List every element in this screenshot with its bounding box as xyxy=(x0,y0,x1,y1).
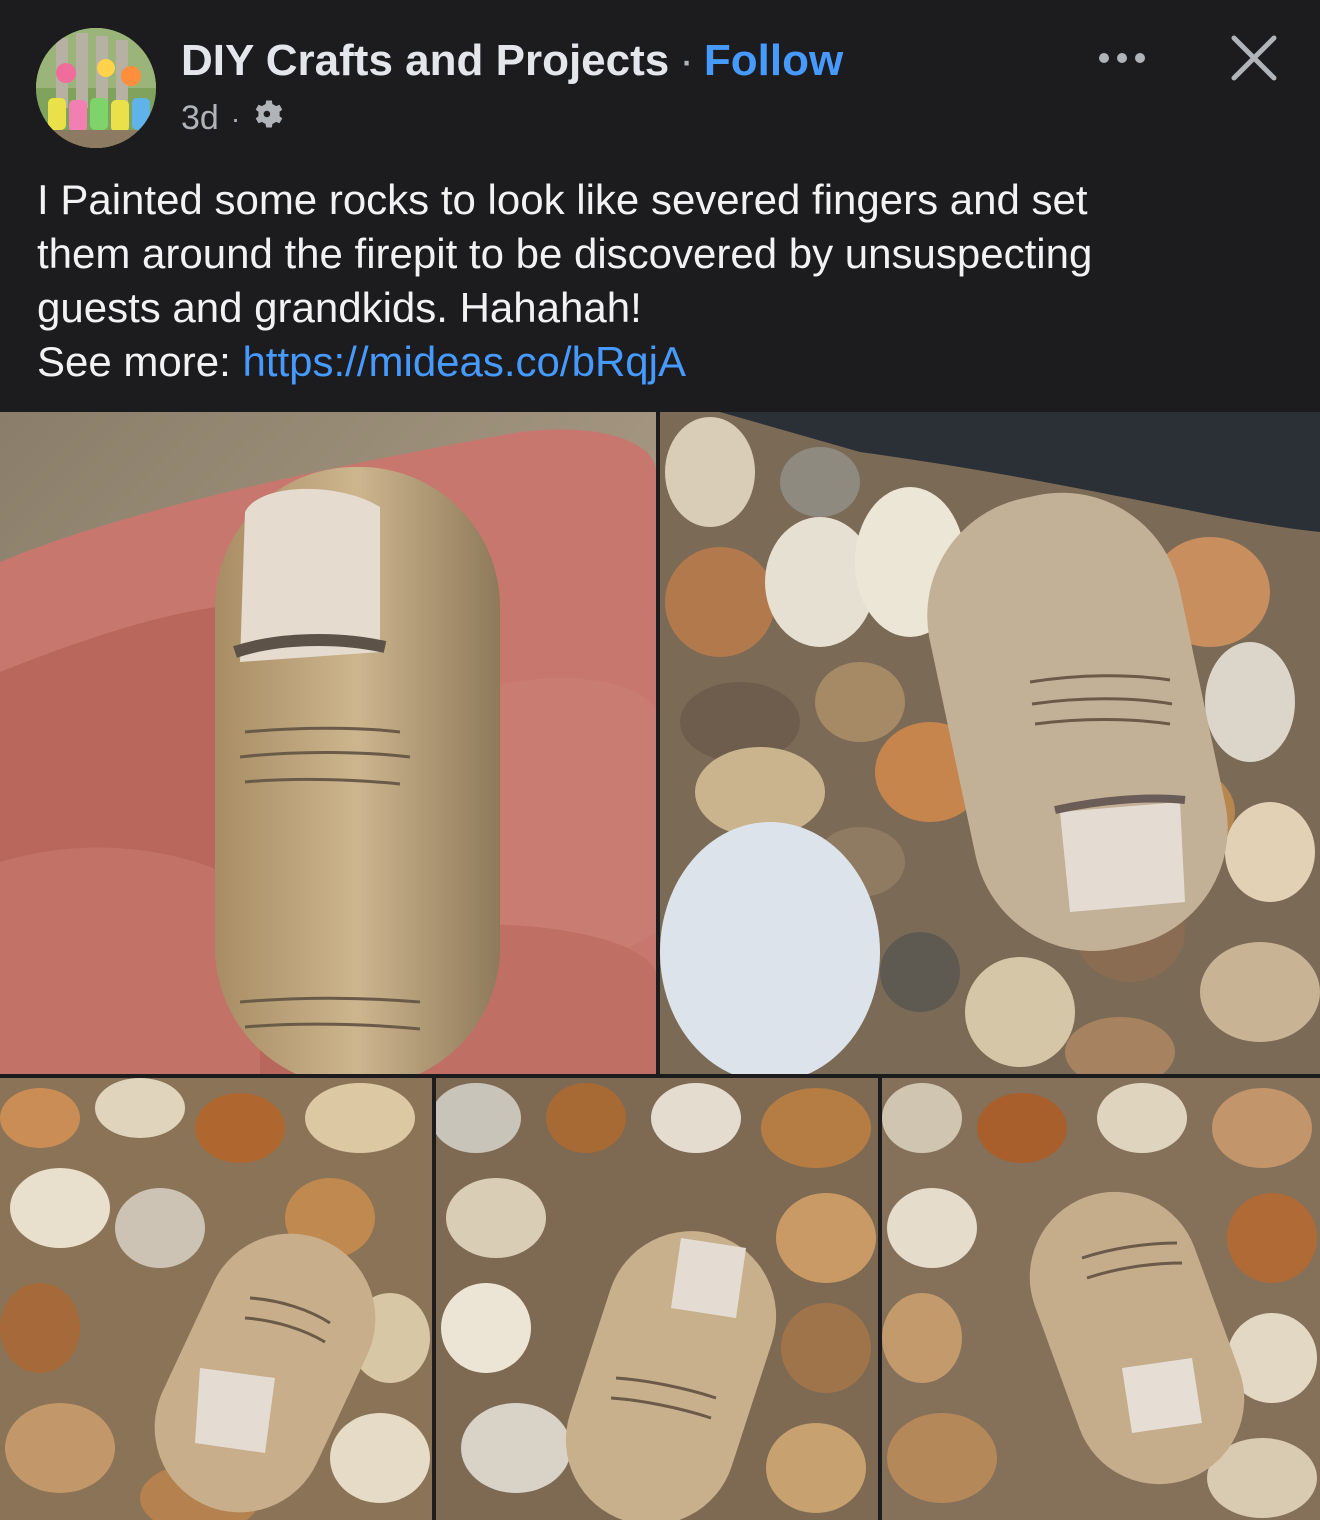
see-more-label: See more: xyxy=(37,338,243,385)
follow-button[interactable]: Follow xyxy=(704,36,843,85)
meta-dot: · xyxy=(230,102,241,134)
caption-line: guests and grandkids. Hahahah! xyxy=(37,284,642,331)
author-name[interactable]: DIY Crafts and Projects xyxy=(181,36,669,85)
post-header: DIY Crafts and Projects · Follow 3d · I Pa… xyxy=(0,0,1320,412)
photo-finger-rock-in-hand[interactable] xyxy=(0,412,656,1074)
close-icon[interactable] xyxy=(1226,30,1282,86)
separator-dot: · xyxy=(679,36,694,85)
post-meta: 3d · xyxy=(181,97,286,140)
post-caption: I Painted some rocks to look like severe… xyxy=(37,173,1287,389)
caption-line: them around the firepit to be discovered… xyxy=(37,230,1093,277)
see-more-line: See more: https://mideas.co/bRqjA xyxy=(37,335,1287,389)
photo-finger-rock-pebbles-4[interactable] xyxy=(882,1078,1320,1520)
gear-icon[interactable] xyxy=(252,97,286,140)
author-line: DIY Crafts and Projects · Follow xyxy=(181,36,843,86)
caption-line: I Painted some rocks to look like severe… xyxy=(37,176,1088,223)
more-options-icon[interactable] xyxy=(1092,38,1152,78)
photo-finger-rock-pebbles-2[interactable] xyxy=(0,1078,432,1520)
post-link[interactable]: https://mideas.co/bRqjA xyxy=(242,338,686,385)
timestamp[interactable]: 3d xyxy=(181,99,219,138)
photo-finger-rock-pebbles-1[interactable] xyxy=(660,412,1320,1074)
page-avatar[interactable] xyxy=(36,28,156,148)
photo-finger-rock-pebbles-3[interactable] xyxy=(436,1078,878,1520)
